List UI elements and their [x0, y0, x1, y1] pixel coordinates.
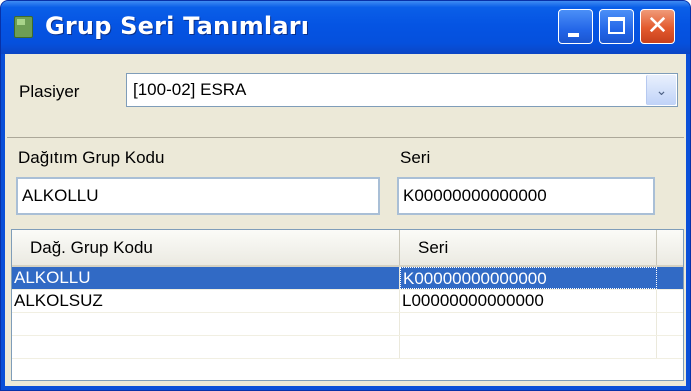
title-bar[interactable]: Grup Seri Tanımları ✕: [1, 1, 690, 54]
data-grid[interactable]: Dağ. Grup Kodu Seri ALKOLLU K00000000000…: [11, 229, 684, 381]
cell-serie: L00000000000000: [400, 290, 657, 312]
plasiyer-select[interactable]: [100-02] ESRA ⌄: [126, 73, 678, 107]
group-code-label: Dağıtım Grup Kodu: [18, 148, 165, 167]
maximize-icon: [608, 17, 625, 34]
table-row[interactable]: ALKOLLU K00000000000000: [12, 267, 683, 290]
group-code-input[interactable]: ALKOLLU: [16, 177, 380, 215]
close-icon: ✕: [646, 11, 669, 41]
minimize-icon: [568, 33, 579, 37]
table-row[interactable]: [12, 336, 683, 359]
group-code-value: ALKOLLU: [22, 186, 99, 205]
app-window: Grup Seri Tanımları ✕ Plasiyer [100-02] …: [0, 0, 691, 391]
serie-input[interactable]: K00000000000000: [397, 177, 655, 215]
cell-code: ALKOLLU: [12, 267, 400, 289]
cell-serie: [400, 336, 657, 358]
client-area: Plasiyer [100-02] ESRA ⌄ Dağıtım Grup Ko…: [5, 54, 686, 386]
plasiyer-value: [100-02] ESRA: [133, 80, 247, 99]
app-icon: [14, 16, 33, 38]
cell-serie: [400, 313, 657, 335]
plasiyer-label: Plasiyer: [19, 82, 80, 101]
chevron-down-icon[interactable]: ⌄: [646, 75, 676, 105]
maximize-button[interactable]: [599, 9, 634, 44]
cell-code: [12, 336, 400, 358]
close-button[interactable]: ✕: [640, 9, 675, 44]
plasiyer-panel: Plasiyer [100-02] ESRA ⌄: [7, 57, 684, 138]
column-header-code[interactable]: Dağ. Grup Kodu: [12, 230, 400, 265]
grid-header: Dağ. Grup Kodu Seri: [12, 230, 683, 267]
cell-code: ALKOLSUZ: [12, 290, 400, 312]
window-title: Grup Seri Tanımları: [45, 12, 310, 40]
column-header-serie[interactable]: Seri: [400, 230, 657, 265]
serie-value: K00000000000000: [403, 186, 547, 205]
minimize-button[interactable]: [558, 9, 593, 44]
table-row[interactable]: [12, 313, 683, 336]
cell-code: [12, 313, 400, 335]
serie-label: Seri: [400, 148, 431, 167]
cell-serie: K00000000000000: [400, 267, 657, 289]
table-row[interactable]: ALKOLSUZ L00000000000000: [12, 290, 683, 313]
window-bottom-border: [1, 386, 690, 390]
